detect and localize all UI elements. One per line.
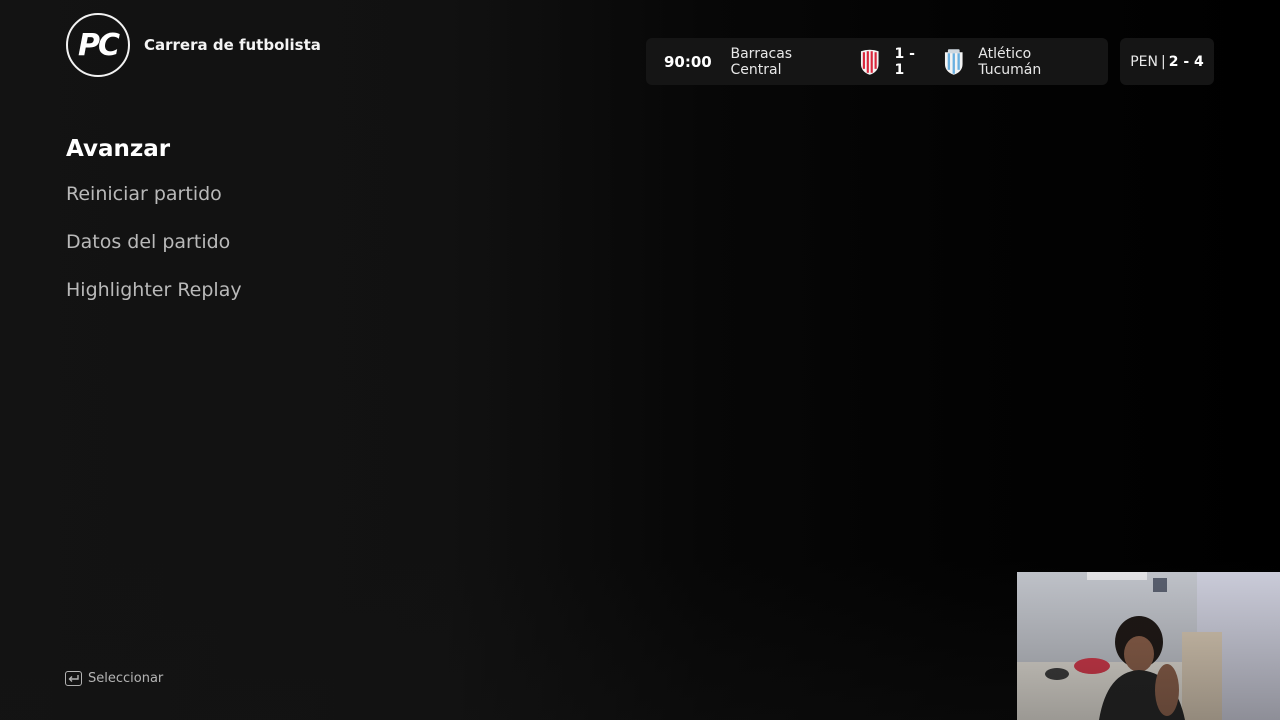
select-label: Seleccionar [88, 671, 164, 686]
match-score: 1 - 1 [894, 45, 915, 78]
header: PC Carrera de futbolista [66, 13, 321, 77]
penalty-score-box: PEN | 2 - 4 [1120, 38, 1214, 85]
penalty-divider: | [1161, 53, 1166, 70]
webcam-feed-image [1017, 572, 1280, 720]
menu-item-reiniciar-partido[interactable]: Reiniciar partido [66, 170, 242, 218]
menu-item-highlighter-replay[interactable]: Highlighter Replay [66, 266, 242, 314]
away-team-name: Atlético Tucumán [978, 45, 1042, 78]
away-crest-icon [944, 48, 963, 75]
mode-title: Carrera de futbolista [144, 36, 321, 54]
penalty-label: PEN [1130, 53, 1158, 70]
scoreboard: 90:00 Barracas Central 1 - 1 Atlético Tu… [646, 38, 1108, 85]
penalty-score: 2 - 4 [1168, 53, 1204, 70]
pause-menu: Avanzar Reiniciar partido Datos del part… [66, 130, 242, 314]
enter-key-icon [65, 671, 82, 686]
pc-logo-icon: PC [66, 13, 130, 77]
menu-item-avanzar[interactable]: Avanzar [66, 130, 242, 170]
home-crest-icon [860, 49, 879, 75]
select-hint[interactable]: Seleccionar [65, 671, 163, 686]
game-screen: PC Carrera de futbolista 90:00 Barracas … [0, 0, 1280, 720]
webcam-overlay [1017, 572, 1280, 720]
logo-text: PC [77, 27, 120, 63]
menu-item-datos-del-partido[interactable]: Datos del partido [66, 218, 242, 266]
match-clock: 90:00 [664, 52, 712, 71]
home-team-name: Barracas Central [730, 45, 793, 78]
